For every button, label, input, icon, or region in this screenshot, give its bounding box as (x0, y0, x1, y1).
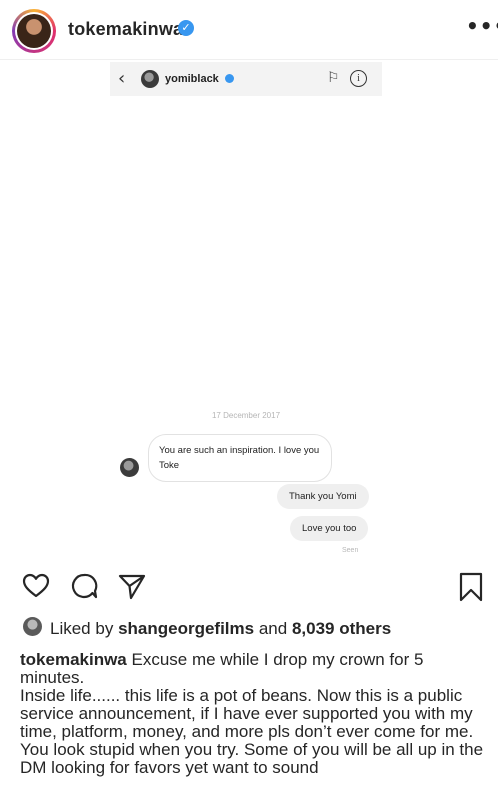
liker-avatar[interactable] (23, 617, 42, 636)
comment-icon[interactable] (70, 572, 98, 600)
likes-summary[interactable]: Liked by shangeorgefilms and 8,039 other… (50, 619, 391, 639)
likes-others-count[interactable]: 8,039 others (292, 619, 391, 638)
sender-avatar (120, 458, 139, 477)
profile-avatar[interactable] (12, 9, 56, 53)
caption-body: Inside life...... this life is a pot of … (20, 686, 484, 777)
heart-icon[interactable] (22, 572, 50, 600)
header-divider (0, 59, 498, 60)
outgoing-message: Love you too (290, 516, 369, 541)
flag-icon: ⚐ (327, 70, 340, 86)
back-arrow-icon: ‹ (118, 68, 126, 89)
dm-verified-icon (225, 74, 234, 83)
avatar-photo (17, 14, 51, 48)
dm-contact-avatar (141, 70, 159, 88)
likes-conjunction: and (258, 619, 288, 638)
caption-first-line: tokemakinwa Excuse me while I drop my cr… (20, 651, 486, 687)
incoming-message: You are such an inspiration. I love you … (148, 434, 332, 482)
verified-badge-icon: ✓ (178, 20, 194, 36)
outgoing-message: Thank you Yomi (277, 484, 369, 509)
bookmark-icon[interactable] (458, 572, 484, 602)
post-username[interactable]: tokemakinwa (68, 19, 183, 40)
dm-contact-name: yomiblack (165, 73, 219, 85)
seen-label: Seen (342, 547, 359, 554)
more-options-icon[interactable]: ••• (466, 14, 498, 38)
post-caption: tokemakinwa Excuse me while I drop my cr… (20, 651, 486, 777)
caption-username[interactable]: tokemakinwa (20, 650, 127, 669)
dm-date-stamp: 17 December 2017 (211, 411, 281, 420)
info-icon: i (350, 70, 367, 87)
share-icon[interactable] (118, 572, 146, 600)
likes-prefix: Liked by (50, 619, 114, 638)
avatar-frame (15, 12, 53, 50)
liker-username[interactable]: shangeorgefilms (118, 619, 254, 638)
